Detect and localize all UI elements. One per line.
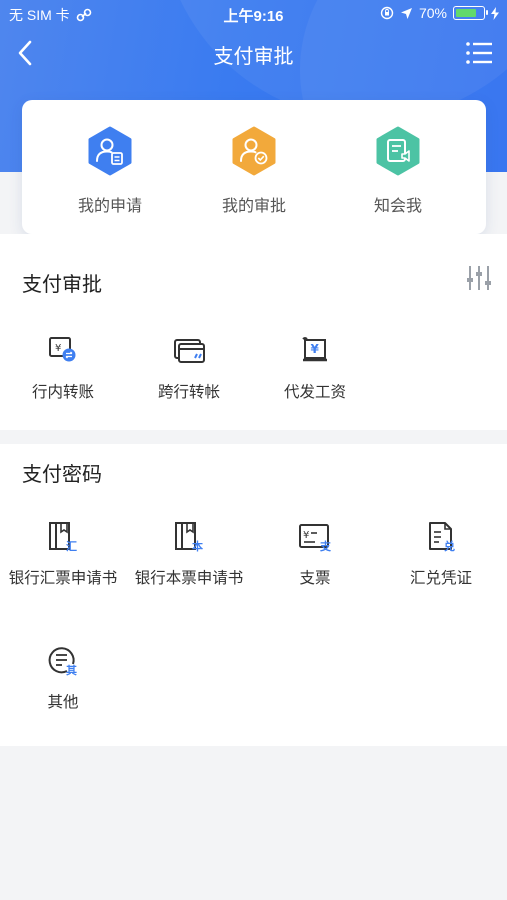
grid-item-remittance-voucher[interactable]: 兑 汇兑凭证 xyxy=(378,520,504,588)
payroll-icon: ¥ xyxy=(302,337,327,362)
grid-item-label: 行内转账 xyxy=(31,383,94,401)
grid-item-label: 银行本票申请书 xyxy=(134,569,244,587)
grid-item-label: 代发工资 xyxy=(283,383,346,401)
charging-icon xyxy=(491,6,499,20)
nav-bar: 支付审批 xyxy=(0,30,507,76)
svg-text:¥: ¥ xyxy=(55,343,61,354)
battery-percent: 70% xyxy=(418,5,447,21)
grid-item-label: 银行汇票申请书 xyxy=(8,569,118,587)
badge-text: 兑 xyxy=(444,540,455,553)
quick-action-my-applications[interactable]: 我的申请 xyxy=(50,126,170,216)
status-bar: 无 SIM 卡 上午9:16 70% xyxy=(0,0,507,28)
filter-settings-icon[interactable] xyxy=(465,264,493,292)
grid-item-label: 支票 xyxy=(299,569,331,587)
internal-transfer-icon: ¥ xyxy=(49,337,76,362)
badge-text: 其 xyxy=(66,664,77,677)
grid-item-other[interactable]: 其 其他 xyxy=(0,644,126,712)
quick-actions-card: 我的申请 我的审批 知会我 xyxy=(22,100,486,234)
grid-item-label: 跨行转帐 xyxy=(157,383,220,401)
quick-action-label: 知会我 xyxy=(373,196,422,215)
quick-action-label: 我的审批 xyxy=(221,196,286,215)
battery-icon xyxy=(453,6,488,20)
section-title: 支付密码 xyxy=(22,462,102,486)
list-menu-icon[interactable] xyxy=(465,40,493,66)
user-document-icon xyxy=(88,126,132,176)
section-title: 支付审批 xyxy=(22,272,102,296)
badge-text: 汇 xyxy=(66,540,77,553)
badge-text: 支 xyxy=(320,540,331,553)
grid-item-payroll[interactable]: ¥ 代发工资 xyxy=(252,334,378,402)
grid-item-interbank-transfer[interactable]: 跨行转帐 xyxy=(126,334,252,402)
page-title: 支付审批 xyxy=(213,44,294,68)
quick-action-label: 我的申请 xyxy=(77,196,142,215)
orientation-lock-icon xyxy=(380,6,394,20)
grid-item-internal-transfer[interactable]: ¥ 行内转账 xyxy=(0,334,126,402)
grid-item-cashier-check[interactable]: 本 银行本票申请书 xyxy=(126,520,252,588)
approval-section: 支付审批 ¥ 行内转账 跨行转帐 ¥ 代发工资 xyxy=(0,234,507,430)
svg-text:¥: ¥ xyxy=(303,530,309,541)
badge-text: 本 xyxy=(192,540,203,553)
grid-item-label: 其他 xyxy=(47,693,79,711)
grid-item-bank-draft[interactable]: 汇 银行汇票申请书 xyxy=(0,520,126,588)
quick-action-notify-me[interactable]: 知会我 xyxy=(338,126,458,216)
svg-text:¥: ¥ xyxy=(311,342,320,356)
grid-item-label: 汇兑凭证 xyxy=(409,569,472,587)
payment-password-section: 支付密码 汇 银行汇票申请书 本 银行本票申请书 ¥ 支 支票 兑 汇兑凭证 其… xyxy=(0,444,507,746)
grid-item-check[interactable]: ¥ 支 支票 xyxy=(252,520,378,588)
location-icon xyxy=(400,7,412,19)
quick-action-my-approvals[interactable]: 我的审批 xyxy=(194,126,314,216)
user-approve-icon xyxy=(232,126,276,176)
notify-message-icon xyxy=(376,126,420,176)
interbank-transfer-icon xyxy=(174,339,205,363)
